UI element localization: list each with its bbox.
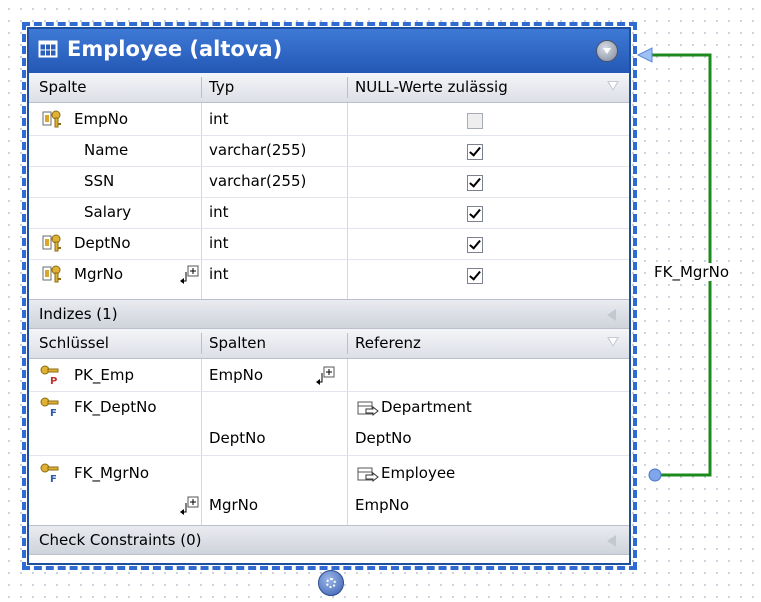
key-header-referenz[interactable]: Referenz: [355, 334, 421, 352]
column-row[interactable]: Name varchar(255): [29, 136, 629, 167]
foreign-key-icon: F: [40, 397, 59, 418]
indexes-section-label: Indizes (1): [39, 305, 118, 323]
column-type: varchar(255): [209, 141, 307, 159]
column-name: MgrNo: [74, 265, 124, 283]
foreign-key-icon: F: [40, 463, 59, 484]
check-constraints-label: Check Constraints (0): [39, 531, 202, 549]
null-checkbox[interactable]: [467, 113, 483, 129]
svg-text:P: P: [50, 376, 57, 386]
key-column: MgrNo: [209, 496, 259, 514]
reference-table-icon: [357, 401, 379, 417]
table-entity-box[interactable]: Employee (altova) Spalte Typ NULL-Werte …: [27, 27, 631, 565]
null-checkbox[interactable]: [467, 237, 483, 253]
arrowhead-icon: [636, 47, 653, 63]
connector-endpoint-icon: [648, 468, 662, 482]
column-row[interactable]: DeptNo int: [29, 229, 629, 260]
columns-header: Spalte Typ NULL-Werte zulässig: [29, 73, 629, 103]
column-name: Name: [84, 141, 129, 159]
key-name: FK_MgrNo: [74, 464, 149, 482]
svg-text:F: F: [50, 474, 57, 484]
reference-column: EmpNo: [355, 496, 410, 514]
column-type: int: [209, 234, 229, 252]
add-key-column-icon[interactable]: [179, 495, 201, 517]
column-row[interactable]: Salary int: [29, 198, 629, 229]
resize-handle-icon[interactable]: [318, 570, 344, 596]
column-type: int: [209, 203, 229, 221]
column-header-typ[interactable]: Typ: [209, 78, 234, 96]
reference-table: Employee: [381, 464, 456, 482]
add-key-column-icon[interactable]: [315, 365, 337, 387]
column-row[interactable]: EmpNo int: [29, 105, 629, 136]
column-header-null[interactable]: NULL-Werte zulässig: [355, 78, 508, 96]
key-column-icon: [42, 234, 61, 252]
key-column: EmpNo: [209, 366, 264, 384]
key-name: FK_DeptNo: [74, 398, 157, 416]
column-name: EmpNo: [74, 110, 129, 128]
null-checkbox[interactable]: [467, 175, 483, 191]
key-column-row[interactable]: MgrNo EmpNo: [29, 491, 629, 522]
table-icon: [38, 40, 58, 58]
collapse-arrow-icon[interactable]: [607, 309, 616, 321]
relation-label[interactable]: FK_MgrNo: [653, 263, 730, 281]
filter-icon[interactable]: [607, 81, 619, 91]
key-column-icon: [42, 110, 61, 128]
null-checkbox[interactable]: [467, 268, 483, 284]
null-checkbox[interactable]: [467, 144, 483, 160]
filter-icon[interactable]: [607, 337, 619, 347]
reference-table-icon: [357, 467, 379, 483]
column-name: Salary: [84, 203, 132, 221]
collapse-button[interactable]: [596, 40, 618, 62]
key-column: DeptNo: [209, 429, 266, 447]
key-row[interactable]: F FK_DeptNo Department: [29, 393, 629, 424]
index-marker-icon[interactable]: [179, 264, 201, 286]
svg-text:F: F: [50, 408, 57, 418]
column-row[interactable]: MgrNo int: [29, 260, 629, 291]
keys-header: Schlüssel Spalten Referenz: [29, 329, 629, 359]
primary-key-icon: P: [40, 365, 59, 386]
key-row[interactable]: P PK_Emp EmpNo: [29, 361, 629, 392]
column-name: DeptNo: [74, 234, 131, 252]
key-column-icon: [42, 265, 61, 283]
column-row[interactable]: SSN varchar(255): [29, 167, 629, 198]
indexes-section-header[interactable]: Indizes (1): [29, 299, 629, 329]
table-title-bar[interactable]: Employee (altova): [29, 29, 629, 73]
reference-table: Department: [381, 398, 472, 416]
column-type: int: [209, 110, 229, 128]
collapse-arrow-icon[interactable]: [607, 535, 616, 547]
column-header-spalte[interactable]: Spalte: [39, 78, 87, 96]
key-header-schluessel[interactable]: Schlüssel: [39, 334, 109, 352]
key-column-row[interactable]: DeptNo DeptNo: [29, 424, 629, 455]
table-title: Employee (altova): [67, 37, 283, 61]
null-checkbox[interactable]: [467, 206, 483, 222]
reference-column: DeptNo: [355, 429, 412, 447]
column-name: SSN: [84, 172, 115, 190]
check-constraints-header[interactable]: Check Constraints (0): [29, 525, 629, 555]
key-name: PK_Emp: [74, 366, 134, 384]
column-type: int: [209, 265, 229, 283]
column-type: varchar(255): [209, 172, 307, 190]
key-row[interactable]: F FK_MgrNo Employee: [29, 459, 629, 490]
key-header-spalten[interactable]: Spalten: [209, 334, 266, 352]
